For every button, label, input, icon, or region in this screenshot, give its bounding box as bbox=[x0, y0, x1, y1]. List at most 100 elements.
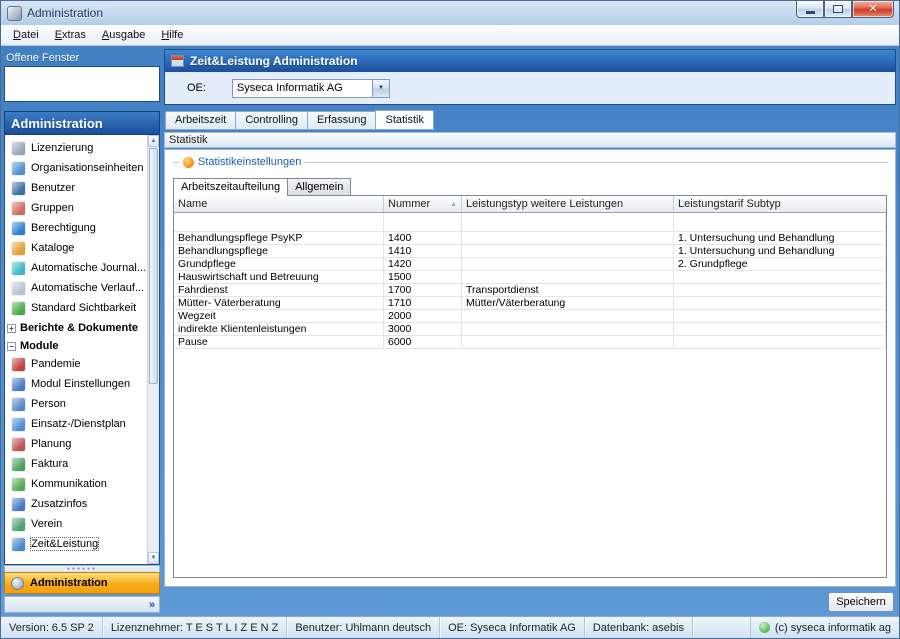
menu-item-extras[interactable]: Extras bbox=[47, 26, 94, 44]
titlebar[interactable]: Administration ✕ bbox=[1, 1, 899, 25]
sidebar-item-label: Lizenzierung bbox=[31, 142, 93, 154]
subtab-arbeitszeitaufteilung[interactable]: Arbeitszeitaufteilung bbox=[173, 178, 288, 196]
scrollbar-thumb[interactable] bbox=[149, 148, 158, 384]
sidebar-item-label: Automatische Journal... bbox=[31, 262, 146, 274]
table-row[interactable]: Grundpflege14202. Grundpflege bbox=[174, 258, 886, 271]
sidebar-item-zeit-leistung[interactable]: Zeit&Leistung bbox=[5, 534, 147, 554]
sidebar-group-berichte-dokumente[interactable]: +Berichte & Dokumente bbox=[5, 320, 147, 336]
menu-item-hilfe[interactable]: Hilfe bbox=[153, 26, 191, 44]
sidebar-item-label: Zusatzinfos bbox=[31, 498, 87, 510]
statusbar-copyright: (c) syseca informatik ag bbox=[775, 622, 891, 634]
sidebar-item-automatische-verlauf[interactable]: Automatische Verlauf... bbox=[5, 278, 147, 298]
table-cell: Pause bbox=[174, 336, 384, 349]
module-settings-icon bbox=[12, 378, 25, 391]
statusbar-right: (c) syseca informatik ag bbox=[750, 617, 899, 638]
table-row[interactable]: Wegzeit2000 bbox=[174, 310, 886, 323]
table-cell: 6000 bbox=[384, 336, 462, 349]
sidebar-item-label: Modul Einstellungen bbox=[31, 378, 130, 390]
table-row[interactable]: Pause6000 bbox=[174, 336, 886, 349]
column-header-nummer[interactable]: Nummer▲ bbox=[384, 196, 462, 212]
sidebar-item-label: Verein bbox=[31, 518, 62, 530]
menu-item-ausgabe[interactable]: Ausgabe bbox=[94, 26, 153, 44]
save-button[interactable]: Speichern bbox=[828, 592, 894, 612]
oe-combobox-value: Syseca Informatik AG bbox=[233, 82, 372, 94]
table-row[interactable]: indirekte Klientenleistungen3000 bbox=[174, 323, 886, 336]
license-icon bbox=[12, 142, 25, 155]
sidebar-collapse-strip[interactable]: » bbox=[4, 596, 160, 613]
sidebar-item-standard-sichtbarkeit[interactable]: Standard Sichtbarkeit bbox=[5, 298, 147, 318]
sidebar-item-benutzer[interactable]: Benutzer bbox=[5, 178, 147, 198]
administration-button[interactable]: Administration bbox=[4, 572, 160, 594]
column-header-leistungstarif-subtyp[interactable]: Leistungstarif Subtyp bbox=[674, 196, 886, 212]
statusbar-segments: Version: 6.5 SP 2Lizenznehmer: T E S T L… bbox=[1, 617, 693, 638]
sidebar-item-kommunikation[interactable]: Kommunikation bbox=[5, 474, 147, 494]
auto-history-icon bbox=[12, 282, 25, 295]
combobox-dropdown-button[interactable]: ▼ bbox=[372, 80, 389, 97]
sidebar-group-module[interactable]: −Module bbox=[5, 338, 147, 354]
table-cell bbox=[674, 323, 886, 336]
sidebar-scrollbar[interactable]: ▲ ▼ bbox=[147, 135, 159, 564]
grip-dots-icon: ●●●●●● bbox=[67, 568, 97, 571]
minimize-button[interactable] bbox=[796, 1, 824, 18]
table-row[interactable] bbox=[174, 213, 886, 232]
sidebar: Offene Fenster Administration Lizenzieru… bbox=[4, 49, 160, 613]
sidebar-item-modul-einstellungen[interactable]: Modul Einstellungen bbox=[5, 374, 147, 394]
chevron-right-icon[interactable]: » bbox=[149, 599, 155, 611]
sidebar-item-pandemie[interactable]: Pandemie bbox=[5, 354, 147, 374]
sidebar-item-planung[interactable]: Planung bbox=[5, 434, 147, 454]
table-cell bbox=[674, 271, 886, 284]
window-title: Administration bbox=[27, 6, 103, 20]
column-header-name[interactable]: Name bbox=[174, 196, 384, 212]
subtab-allgemein[interactable]: Allgemein bbox=[288, 178, 351, 195]
sidebar-item-label: Person bbox=[31, 398, 66, 410]
sidebar-item-berechtigung[interactable]: Berechtigung bbox=[5, 218, 147, 238]
sidebar-item-label: Kommunikation bbox=[31, 478, 107, 490]
sidebar-item-lizenzierung[interactable]: Lizenzierung bbox=[5, 138, 147, 158]
sidebar-item-faktura[interactable]: Faktura bbox=[5, 454, 147, 474]
sidebar-item-organisationseinheiten[interactable]: Organisationseinheiten bbox=[5, 158, 147, 178]
association-icon bbox=[12, 518, 25, 531]
table-cell bbox=[462, 245, 674, 258]
main-area: Zeit&Leistung Administration OE: Syseca … bbox=[164, 49, 896, 613]
table-row[interactable]: Mütter- Väterberatung1710Mütter/Väterber… bbox=[174, 297, 886, 310]
close-button[interactable]: ✕ bbox=[852, 1, 894, 18]
app-icon bbox=[7, 6, 22, 21]
table-row[interactable]: Hauswirtschaft und Betreuung1500 bbox=[174, 271, 886, 284]
sidebar-item-zusatzinfos[interactable]: Zusatzinfos bbox=[5, 494, 147, 514]
planning-icon bbox=[12, 438, 25, 451]
sidebar-item-kataloge[interactable]: Kataloge bbox=[5, 238, 147, 258]
scroll-up-icon[interactable]: ▲ bbox=[148, 135, 159, 147]
table-cell: 1710 bbox=[384, 297, 462, 310]
maximize-icon bbox=[833, 5, 843, 13]
table-row[interactable]: Behandlungspflege14101. Untersuchung und… bbox=[174, 245, 886, 258]
collapse-icon: − bbox=[7, 342, 16, 351]
menu-item-datei[interactable]: Datei bbox=[5, 26, 47, 44]
tab-statistik[interactable]: Statistik bbox=[375, 110, 434, 130]
column-header-leistungstyp-weitere-leistungen[interactable]: Leistungstyp weitere Leistungen bbox=[462, 196, 674, 212]
tab-arbeitszeit[interactable]: Arbeitszeit bbox=[165, 111, 235, 130]
sidebar-item-verein[interactable]: Verein bbox=[5, 514, 147, 534]
table-cell bbox=[384, 213, 462, 232]
maximize-button[interactable] bbox=[824, 1, 852, 18]
tab-erfassung[interactable]: Erfassung bbox=[307, 111, 376, 130]
scroll-down-icon[interactable]: ▼ bbox=[148, 552, 159, 564]
subtab-strip: ArbeitszeitaufteilungAllgemein bbox=[173, 178, 887, 195]
groupbox-line bbox=[173, 162, 179, 163]
table-row[interactable]: Behandlungspflege PsyKP14001. Untersuchu… bbox=[174, 232, 886, 245]
table-cell: 1420 bbox=[384, 258, 462, 271]
sidebar-item-gruppen[interactable]: Gruppen bbox=[5, 198, 147, 218]
time-performance-icon bbox=[12, 538, 25, 551]
splitter-grip[interactable]: ●●●●●● bbox=[4, 565, 160, 572]
table-row[interactable]: Fahrdienst1700Transportdienst bbox=[174, 284, 886, 297]
column-header-label: Leistungstyp weitere Leistungen bbox=[466, 198, 623, 210]
groupbox-header: Statistikeinstellungen bbox=[173, 154, 887, 170]
sidebar-item-einsatz-dienstplan[interactable]: Einsatz-/Dienstplan bbox=[5, 414, 147, 434]
statusbar-segment: OE: Syseca Informatik AG bbox=[440, 617, 585, 638]
sidebar-item-automatische-journal[interactable]: Automatische Journal... bbox=[5, 258, 147, 278]
sidebar-item-person[interactable]: Person bbox=[5, 394, 147, 414]
open-windows-panel[interactable] bbox=[4, 66, 160, 102]
visibility-icon bbox=[12, 302, 25, 315]
oe-combobox[interactable]: Syseca Informatik AG ▼ bbox=[232, 79, 390, 98]
table-cell bbox=[462, 323, 674, 336]
tab-controlling[interactable]: Controlling bbox=[235, 111, 307, 130]
